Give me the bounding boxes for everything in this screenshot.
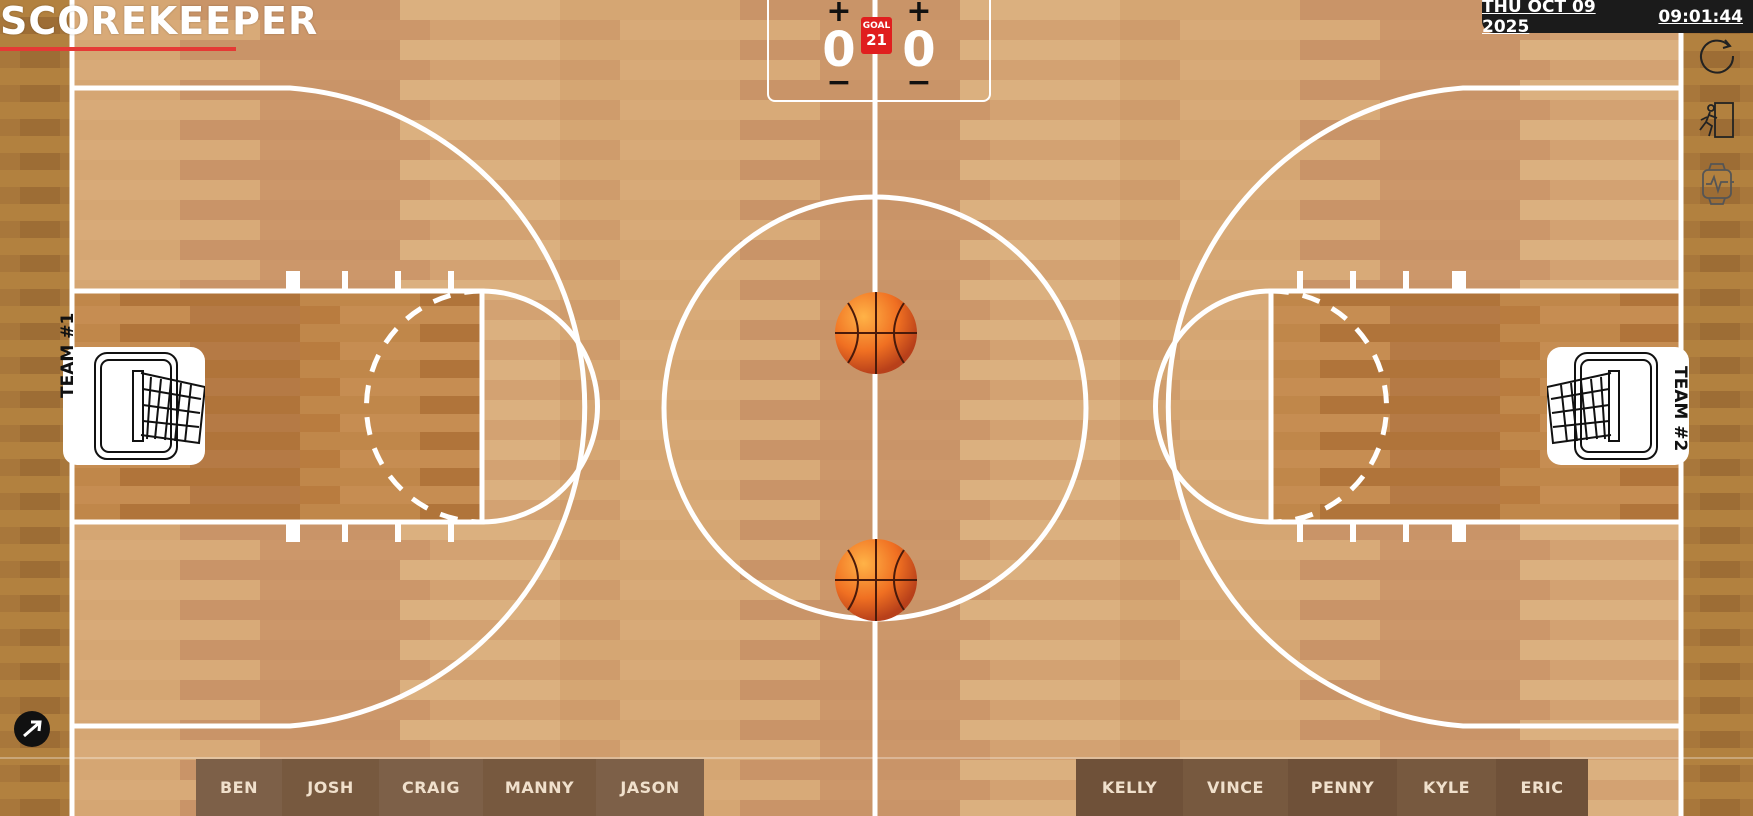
date-text: THU OCT 09 2025: [1482, 0, 1596, 37]
app-title: SCOREKEEPER: [0, 0, 319, 43]
reset-icon[interactable]: [1695, 34, 1739, 78]
team1-decrement-button[interactable]: −: [824, 68, 854, 98]
player-button[interactable]: MANNY: [483, 759, 596, 816]
player-button[interactable]: ERIC: [1496, 759, 1588, 816]
team2-roster: KELLY VINCE PENNY KYLE ERIC: [1076, 759, 1588, 816]
player-button[interactable]: VINCE: [1183, 759, 1288, 816]
player-button[interactable]: CRAIG: [379, 759, 483, 816]
goal-badge[interactable]: GOAL 21: [861, 17, 892, 54]
team2-decrement-button[interactable]: −: [904, 68, 934, 98]
player-button[interactable]: BEN: [196, 759, 282, 816]
team1-hoop[interactable]: [63, 347, 207, 465]
arrow-right-icon: [23, 720, 42, 738]
basketball-team1[interactable]: [834, 291, 918, 375]
goal-value: 21: [866, 31, 887, 49]
player-button[interactable]: KELLY: [1076, 759, 1183, 816]
player-button[interactable]: JOSH: [282, 759, 379, 816]
switch-sides-button[interactable]: [14, 711, 50, 747]
player-button[interactable]: KYLE: [1397, 759, 1496, 816]
team2-label: TEAM #2: [1670, 366, 1690, 452]
team1-roster: BEN JOSH CRAIG MANNY JASON: [196, 759, 704, 816]
time-text: 09:01:44: [1658, 6, 1743, 27]
basketball-team2[interactable]: [834, 538, 918, 622]
exit-runner-icon[interactable]: [1695, 98, 1739, 142]
smartwatch-icon[interactable]: [1695, 162, 1739, 206]
basketball-court: [0, 0, 1753, 816]
team1-label: TEAM #1: [58, 312, 78, 398]
player-button[interactable]: PENNY: [1288, 759, 1397, 816]
team2-hoop[interactable]: [1545, 347, 1689, 465]
title-underline: [0, 47, 236, 51]
datetime-bar: THU OCT 09 2025 09:01:44: [1482, 0, 1753, 37]
player-button[interactable]: JASON: [596, 759, 704, 816]
